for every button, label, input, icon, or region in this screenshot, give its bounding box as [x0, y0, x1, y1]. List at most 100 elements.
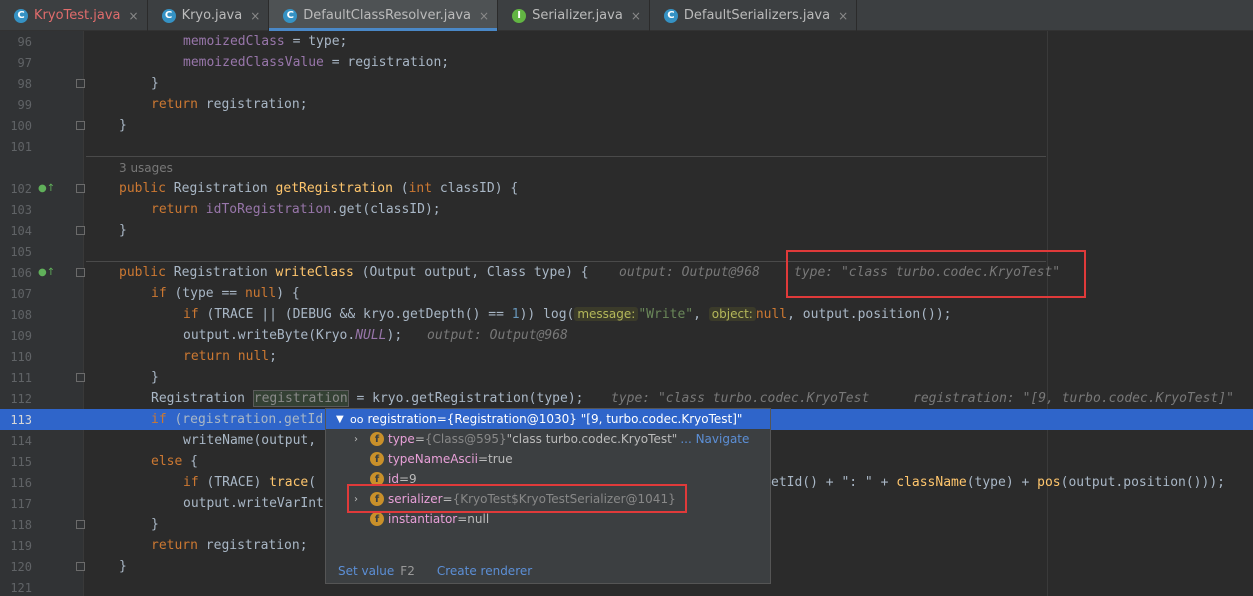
line-number: 103 [10, 202, 32, 217]
line-number: 119 [10, 538, 32, 553]
chevron-down-icon[interactable]: ▼ [336, 414, 344, 425]
fold-marker-icon[interactable] [76, 373, 85, 382]
code-text: output.writeByte(Kryo.NULL); [183, 328, 403, 343]
code-text: } [119, 559, 127, 574]
line-number: 121 [10, 580, 32, 595]
code-line[interactable]: 97 memoizedClassValue = registration; [0, 52, 1253, 73]
code-line[interactable]: 102 ●↑ public Registration getRegistrati… [0, 178, 1253, 199]
tab-defaultserializers[interactable]: C DefaultSerializers.java × [650, 0, 858, 31]
code-line[interactable]: 111 } [0, 367, 1253, 388]
fold-marker-icon[interactable] [76, 121, 85, 130]
field-icon: f [370, 452, 384, 466]
line-number: 113 [10, 412, 32, 427]
close-icon[interactable]: × [838, 9, 848, 23]
line-number: 115 [10, 454, 32, 469]
code-line[interactable]: 96 memoizedClass = type; [0, 31, 1253, 52]
code-text: if (TRACE || (DEBUG && kryo.getDepth() =… [183, 307, 952, 322]
line-number: 101 [10, 139, 32, 154]
tab-label: KryoTest.java [34, 8, 121, 23]
tab-label: DefaultClassResolver.java [303, 8, 471, 23]
code-line[interactable]: 109 output.writeByte(Kryo.NULL); output:… [0, 325, 1253, 346]
line-number: 100 [10, 118, 32, 133]
popup-root-row[interactable]: ▼ oo registration = {Registration@1030} … [326, 409, 770, 429]
class-icon: C [161, 8, 176, 23]
create-renderer-link[interactable]: Create renderer [437, 564, 532, 578]
code-line[interactable]: 101 [0, 136, 1253, 157]
code-text: return null; [183, 349, 277, 364]
line-number: 107 [10, 286, 32, 301]
line-number: 117 [10, 496, 32, 511]
inline-debug-value: output: Output@968 [619, 265, 760, 280]
line-number: 109 [10, 328, 32, 343]
chevron-right-icon[interactable]: › [354, 434, 358, 445]
code-line[interactable]: 104 } [0, 220, 1253, 241]
code-text: if (TRACE) trace( [183, 475, 317, 490]
close-icon[interactable]: × [250, 9, 260, 23]
tab-label: Serializer.java [532, 8, 623, 23]
line-number: 106 [10, 265, 32, 280]
code-line[interactable]: 98 } [0, 73, 1253, 94]
inline-debug-value: type: "class turbo.codec.KryoTest [611, 391, 870, 406]
code-line[interactable]: 100 } [0, 115, 1253, 136]
fold-marker-icon[interactable] [76, 79, 85, 88]
line-number: 99 [17, 97, 32, 112]
code-text: } [151, 370, 159, 385]
popup-field-row[interactable]: › f type = {Class@595} "class turbo.code… [326, 429, 770, 449]
line-number: 104 [10, 223, 32, 238]
code-line[interactable]: 99 return registration; [0, 94, 1253, 115]
line-number: 98 [17, 76, 32, 91]
fold-marker-icon[interactable] [76, 268, 85, 277]
close-icon[interactable]: × [129, 9, 139, 23]
class-icon: C [283, 8, 298, 23]
code-text: writeName(output, [183, 433, 317, 448]
tab-kryo[interactable]: C Kryo.java × [148, 0, 270, 31]
usages-hint[interactable]: 3 usages [119, 161, 173, 175]
set-value-link[interactable]: Set value [338, 564, 394, 578]
class-icon: C [663, 8, 678, 23]
tab-defaultclassresolver[interactable]: C DefaultClassResolver.java × [269, 0, 499, 31]
field-icon: f [370, 432, 384, 446]
code-text: memoizedClassValue = registration; [183, 55, 450, 70]
line-number: 96 [17, 34, 32, 49]
highlighted-identifier: registration [252, 390, 349, 407]
tab-kryotest[interactable]: C KryoTest.java × [0, 0, 148, 31]
code-text: return idToRegistration.get(classID); [151, 202, 441, 217]
code-text: } [119, 118, 127, 133]
line-number: 116 [10, 475, 32, 490]
code-line[interactable]: 110 return null; [0, 346, 1253, 367]
parameter-hint: message: [574, 307, 639, 321]
interface-icon: I [512, 8, 527, 23]
watch-glasses-icon: oo [350, 412, 364, 426]
line-number: 112 [10, 391, 32, 406]
code-line[interactable]: 112 Registration registration = kryo.get… [0, 388, 1253, 409]
inline-debug-value: registration: "[9, turbo.codec.KryoTest]… [913, 391, 1234, 406]
fold-marker-icon[interactable] [76, 184, 85, 193]
close-icon[interactable]: × [631, 9, 641, 23]
fold-marker-icon[interactable] [76, 226, 85, 235]
tab-serializer[interactable]: I Serializer.java × [498, 0, 650, 31]
override-icon[interactable]: ●↑ [38, 183, 55, 194]
code-line[interactable]: 108 if (TRACE || (DEBUG && kryo.getDepth… [0, 304, 1253, 325]
code-line[interactable]: 103 return idToRegistration.get(classID)… [0, 199, 1253, 220]
annotation-highlight-box [347, 484, 687, 513]
usages-line[interactable]: 3 usages [0, 157, 1253, 178]
line-number: 97 [17, 55, 32, 70]
navigate-link[interactable]: ... Navigate [680, 432, 749, 446]
annotation-highlight-box [786, 250, 1086, 298]
override-icon[interactable]: ●↑ [38, 267, 55, 278]
code-text: if (registration.getId [151, 412, 324, 427]
code-text: } [151, 517, 159, 532]
code-text: public Registration writeClass (Output o… [119, 265, 589, 280]
popup-field-row[interactable]: f typeNameAscii = true [326, 449, 770, 469]
code-text: memoizedClass = type; [183, 34, 348, 49]
code-text: Registration registration = kryo.getRegi… [151, 390, 584, 407]
popup-footer: Set value F2 Create renderer [326, 557, 770, 583]
fold-marker-icon[interactable] [76, 562, 85, 571]
parameter-hint: object: [708, 307, 756, 321]
code-text: return registration; [151, 97, 308, 112]
close-icon[interactable]: × [479, 9, 489, 23]
inline-debug-value: output: Output@968 [427, 328, 568, 343]
line-number: 110 [10, 349, 32, 364]
code-text: public Registration getRegistration (int… [119, 181, 519, 196]
fold-marker-icon[interactable] [76, 520, 85, 529]
